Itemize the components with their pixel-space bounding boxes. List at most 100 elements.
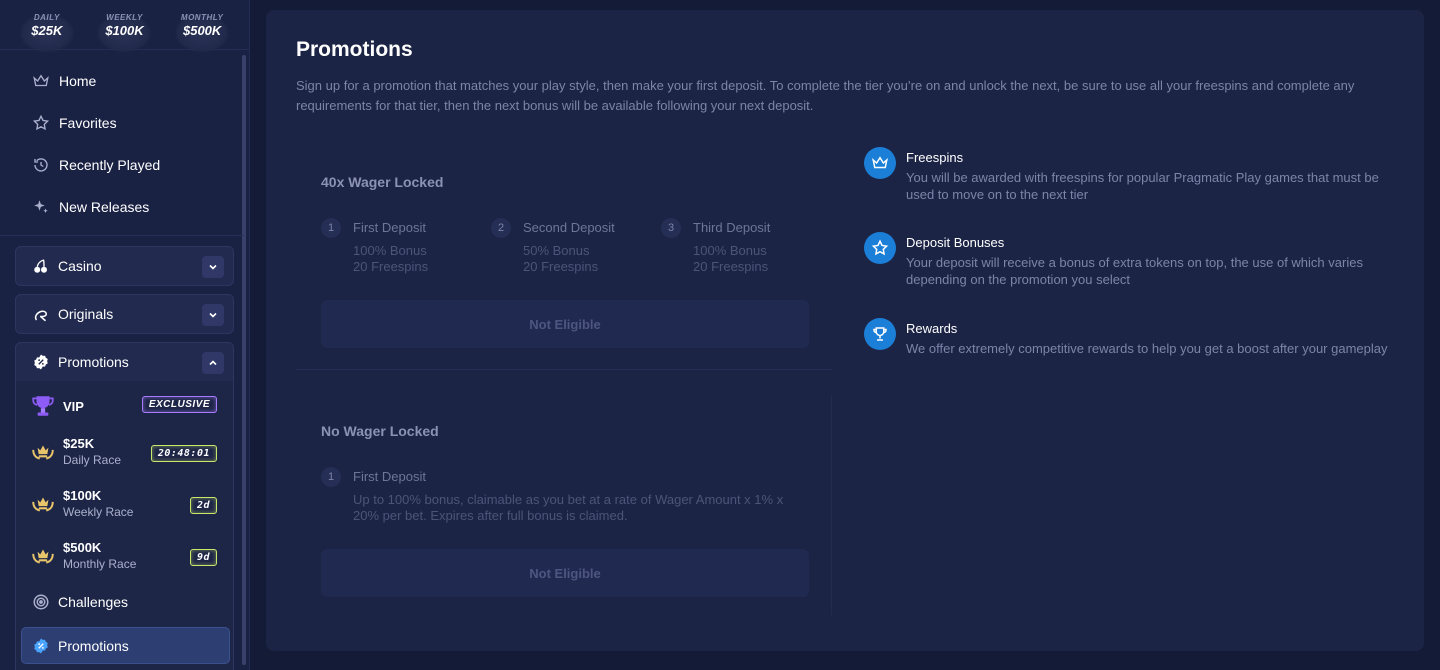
race-amount: $100K: [63, 488, 102, 503]
race-text: $100K Weekly Race: [63, 488, 133, 519]
expand-button[interactable]: [202, 304, 224, 326]
section-casino[interactable]: Casino: [15, 246, 234, 286]
nav-item-new-releases[interactable]: New Releases: [16, 186, 236, 228]
card-title: No Wager Locked: [321, 423, 439, 439]
nav-item-label: Recently Played: [59, 157, 161, 173]
step-number: 1: [321, 218, 341, 238]
crown-icon: [33, 74, 49, 87]
race-text: $25K Daily Race: [63, 436, 121, 467]
promotions-submenu: VIP EXCLUSIVE $25K Daily Race 20:48:01 $…: [15, 381, 234, 670]
race-chip-label: WEEKLY: [106, 13, 143, 22]
promotions-panel: Promotions Sign up for a promotion that …: [266, 10, 1424, 651]
race-strip: DAILY $25K WEEKLY $100K MONTHLY $500K: [0, 0, 249, 53]
step-title: First Deposit: [353, 220, 426, 235]
feature-text: We offer extremely competitive rewards t…: [906, 341, 1388, 356]
submenu-item-label: Challenges: [58, 594, 129, 610]
submenu-item-weekly-race[interactable]: $100K Weekly Race: [30, 488, 133, 519]
step-number: 2: [491, 218, 511, 238]
nav-item-label: Favorites: [59, 115, 117, 131]
nav-item-recently-played[interactable]: Recently Played: [16, 144, 236, 186]
step-freespins: 20 Freespins: [523, 259, 599, 274]
chevron-down-icon: [209, 264, 217, 270]
feature-deposit-bonuses: Deposit Bonuses Your deposit will receiv…: [864, 232, 1394, 288]
step-first-deposit: 1 First Deposit Up to 100% bonus, claima…: [321, 467, 811, 524]
step-detail: 50% Bonus 20 Freespins: [523, 243, 615, 275]
feature-icon-badge: [864, 232, 896, 264]
target-icon: [33, 594, 49, 610]
race-timer-badge: 20:48:01: [150, 445, 217, 462]
submenu-item-daily-race[interactable]: $25K Daily Race: [30, 436, 121, 467]
percent-badge-icon: [34, 638, 48, 653]
chevron-up-icon: [209, 360, 217, 366]
race-chip-amount: $500K: [182, 23, 222, 38]
step-number: 3: [661, 218, 681, 238]
race-amount: $500K: [63, 540, 102, 555]
race-text: $500K Monthly Race: [63, 540, 136, 571]
feature-icon-badge: [864, 147, 896, 179]
step-title: Third Deposit: [693, 220, 771, 235]
step-bonus: 50% Bonus: [523, 243, 590, 258]
step-detail: 100% Bonus 20 Freespins: [693, 243, 770, 275]
submenu-item-promotions[interactable]: Promotions: [21, 627, 230, 664]
feature-freespins: Freespins You will be awarded with frees…: [864, 147, 1394, 203]
step-first-deposit: 1 First Deposit 100% Bonus 20 Freespins: [321, 218, 428, 275]
race-timer-badge: 2d: [189, 497, 217, 514]
submenu-item-vip[interactable]: VIP: [30, 393, 84, 419]
step-number: 1: [321, 467, 341, 487]
percent-badge-icon: [34, 354, 48, 370]
scrollbar-thumb[interactable]: [242, 55, 246, 665]
originals-icon: [34, 310, 48, 322]
step-third-deposit: 3 Third Deposit 100% Bonus 20 Freespins: [661, 218, 770, 275]
cherry-icon: [34, 259, 47, 273]
step-bonus: 100% Bonus: [353, 243, 427, 258]
nav-item-label: Home: [59, 73, 97, 89]
laurel-crown-icon: [32, 497, 54, 511]
nav-divider: [0, 235, 244, 236]
section-label: Casino: [58, 258, 102, 274]
race-chip-amount: $100K: [105, 23, 144, 38]
promo-card-wager-locked: 40x Wager Locked 1 First Deposit 100% Bo…: [296, 145, 832, 370]
nav-item-home[interactable]: Home: [16, 60, 236, 102]
laurel-crown-icon: [32, 445, 54, 459]
race-name: Daily Race: [63, 453, 122, 467]
page-title: Promotions: [296, 38, 413, 61]
feature-title: Deposit Bonuses: [906, 235, 1005, 250]
not-eligible-button[interactable]: Not Eligible: [321, 549, 809, 597]
crown-icon: [872, 156, 888, 169]
section-promotions[interactable]: Promotions: [15, 342, 234, 382]
expand-button[interactable]: [202, 256, 224, 278]
history-icon: [34, 158, 48, 172]
submenu-item-challenges[interactable]: Challenges: [30, 593, 128, 611]
race-chip-daily[interactable]: DAILY $25K: [17, 11, 77, 53]
star-icon: [871, 239, 889, 256]
section-originals[interactable]: Originals: [15, 294, 234, 334]
race-name: Monthly Race: [63, 557, 137, 571]
step-freespins: 20 Freespins: [353, 259, 429, 274]
step-bonus: 100% Bonus: [693, 243, 767, 258]
race-amount: $25K: [63, 436, 95, 451]
card-title: 40x Wager Locked: [321, 174, 444, 190]
step-title: Second Deposit: [523, 220, 615, 235]
submenu-item-label: VIP: [63, 398, 84, 414]
trophy-icon: [873, 327, 887, 341]
section-label: Originals: [58, 306, 114, 322]
laurel-crown-icon: [32, 549, 54, 563]
chevron-down-icon: [209, 312, 217, 318]
promo-card-no-wager-locked: No Wager Locked 1 First Deposit Up to 10…: [296, 395, 832, 615]
not-eligible-button[interactable]: Not Eligible: [321, 300, 809, 348]
sparkle-icon: [34, 200, 48, 213]
collapse-button[interactable]: [202, 352, 224, 374]
race-chip-monthly[interactable]: MONTHLY $500K: [172, 11, 232, 53]
race-chip-weekly[interactable]: WEEKLY $100K: [94, 11, 154, 53]
feature-title: Freespins: [906, 150, 964, 165]
race-chip-label: DAILY: [33, 13, 60, 22]
race-chip-label: MONTHLY: [180, 13, 224, 22]
submenu-item-monthly-race[interactable]: $500K Monthly Race: [30, 540, 136, 571]
exclusive-badge: EXCLUSIVE: [141, 396, 217, 413]
nav-item-favorites[interactable]: Favorites: [16, 102, 236, 144]
star-icon: [32, 114, 50, 131]
feature-text: You will be awarded with freespins for p…: [906, 170, 1379, 202]
section-label: Promotions: [58, 354, 129, 370]
feature-rewards: Rewards We offer extremely competitive r…: [864, 318, 1394, 357]
page-description: Sign up for a promotion that matches you…: [296, 78, 1355, 113]
